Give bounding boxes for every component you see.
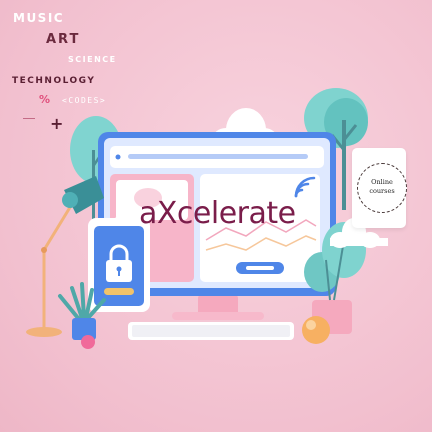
monitor-base — [172, 312, 264, 320]
badge-text: Online courses — [369, 178, 395, 195]
illustration-canvas: MUSIC ART SCIENCE TECHNOLOGY % <CODES> + — [0, 0, 432, 432]
ball-icon — [302, 316, 330, 344]
ball-icon — [81, 335, 95, 349]
keyboard-icon — [128, 322, 294, 340]
brand-logo-text: aXcelerate — [139, 196, 296, 231]
